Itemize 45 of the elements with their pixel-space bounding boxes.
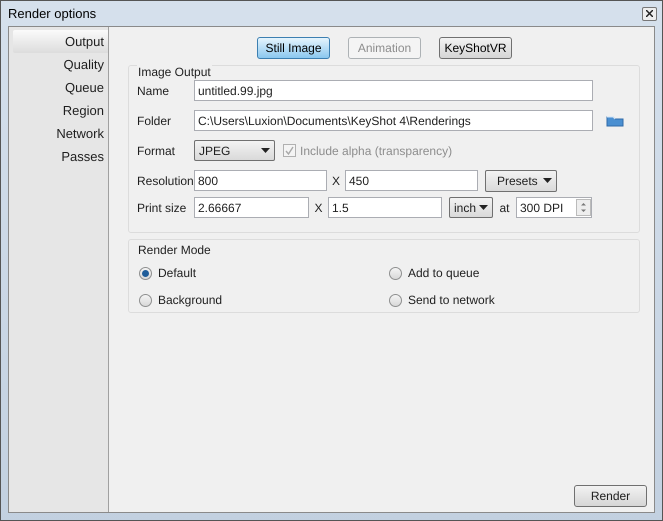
radio-button[interactable] — [139, 294, 152, 306]
width-field[interactable]: 2.66667 — [194, 197, 309, 218]
field-label: Name — [137, 82, 170, 100]
format-dropdown[interactable]: JPEG — [194, 140, 275, 161]
sidebar-item[interactable]: Quality — [13, 53, 108, 76]
height-field[interactable]: 450 — [345, 170, 478, 191]
group-title: Image Output — [137, 65, 212, 79]
caret-icon — [479, 205, 488, 210]
sidebar-item[interactable]: Queue — [13, 76, 108, 99]
close-icon — [646, 10, 653, 17]
close-button[interactable] — [642, 6, 657, 20]
field-label: Resolution — [137, 172, 194, 190]
radio-label: Background — [158, 292, 222, 309]
field-label: Print size — [137, 200, 188, 216]
separator-label: X — [313, 200, 324, 216]
radio-button[interactable] — [139, 266, 152, 280]
unit-dropdown[interactable]: inch — [449, 197, 493, 218]
window-title: Render options — [8, 4, 96, 23]
folder-field[interactable]: C:\Users\Luxion\Documents\KeyShot 4\Renderings — [194, 110, 593, 131]
sidebar-item[interactable]: Region — [13, 99, 108, 122]
field-label: Folder — [137, 112, 172, 130]
radio-button[interactable] — [389, 266, 402, 280]
sidebar-item[interactable]: Output — [13, 30, 108, 53]
caret-icon — [261, 148, 270, 153]
field-label: at — [498, 200, 510, 216]
separator-label: X — [330, 172, 341, 190]
radio-button[interactable] — [389, 294, 402, 306]
radio-label: Default — [158, 265, 196, 282]
field-label: Format — [137, 142, 176, 160]
mode-button[interactable]: Still Image — [257, 37, 330, 59]
caret-icon — [543, 178, 552, 183]
checkbox-label: Include alpha (transparency) — [300, 142, 452, 160]
height-field[interactable]: 1.5 — [328, 197, 442, 218]
spinner-icon[interactable] — [576, 199, 591, 216]
width-field[interactable]: 800 — [194, 170, 327, 191]
mode-button[interactable]: KeyShotVR — [439, 37, 512, 59]
radio-label: Add to queue — [408, 265, 480, 282]
sidebar-item[interactable]: Network — [13, 122, 108, 145]
folder-icon[interactable] — [606, 114, 624, 127]
render-button[interactable]: Render — [574, 485, 647, 507]
name-field[interactable]: untitled.99.jpg — [194, 80, 593, 101]
presets-button[interactable]: Presets — [485, 170, 557, 192]
radio-label: Send to network — [408, 292, 495, 309]
sidebar-item[interactable]: Passes — [13, 145, 108, 168]
dpi-spinbox[interactable]: 300 DPI — [516, 197, 592, 218]
